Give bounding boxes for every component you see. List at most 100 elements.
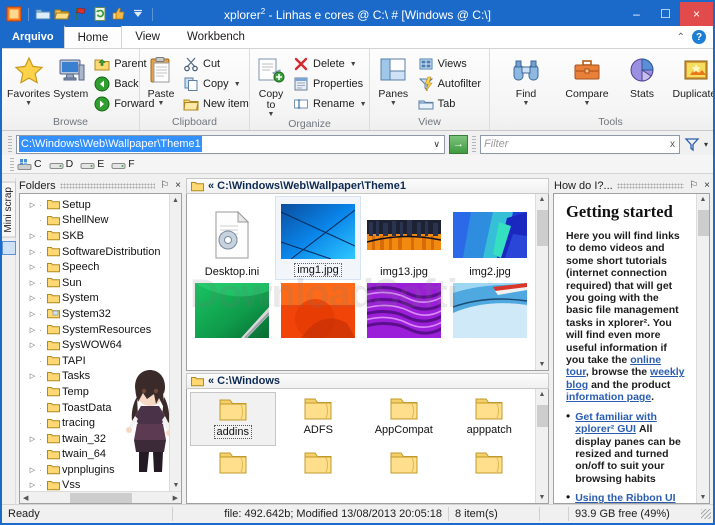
folder-item[interactable]: [190, 446, 276, 500]
go-button[interactable]: →: [448, 134, 468, 154]
find-caret-icon[interactable]: ▼: [523, 100, 530, 107]
rename-caret-icon[interactable]: ▼: [360, 101, 367, 108]
filter-funnel-icon[interactable]: [684, 136, 700, 152]
expander-icon[interactable]: ▷: [28, 279, 37, 287]
collapse-ribbon-icon[interactable]: ⌃: [677, 32, 685, 43]
scroll-up-icon[interactable]: ▲: [539, 391, 546, 398]
expander-icon[interactable]: ▷: [28, 263, 37, 271]
tree-item[interactable]: ▷ · Tasks: [20, 369, 181, 385]
expander-icon[interactable]: ▷: [28, 294, 37, 302]
folder-item[interactable]: [361, 446, 447, 500]
expander-icon[interactable]: ▷: [28, 341, 37, 349]
folder-item[interactable]: AppCompat: [361, 392, 447, 446]
file-pane-top-body[interactable]: Desktop.ini img1.jpg img13.jpg img2.jpg …: [186, 194, 549, 371]
mini-scrap-tab[interactable]: Mini scrap: [2, 182, 16, 238]
tab-workbench[interactable]: Workbench: [174, 26, 259, 48]
drivebar-grip[interactable]: [10, 157, 14, 171]
expander-icon[interactable]: ▷: [28, 372, 37, 380]
file-pane-bottom-scrollbar[interactable]: ▲ ▼: [535, 389, 548, 503]
compare-button[interactable]: Compare ▼: [558, 53, 616, 107]
tree-item[interactable]: · TAPI: [20, 353, 181, 369]
tree-item[interactable]: · Temp: [20, 384, 181, 400]
file-item[interactable]: [447, 280, 533, 356]
paste-caret-icon[interactable]: ▼: [158, 100, 165, 107]
tree-scroll-right-icon[interactable]: ▶: [173, 494, 181, 502]
scroll-thumb[interactable]: [697, 210, 709, 236]
find-button[interactable]: Find ▼: [500, 53, 552, 107]
file-item[interactable]: Desktop.ini: [189, 196, 275, 280]
expander-icon[interactable]: ▷: [28, 481, 37, 489]
quick-access-toolbar[interactable]: [2, 6, 156, 22]
expander-icon[interactable]: ▷: [28, 310, 37, 318]
tree-horizontal-scrollbar[interactable]: ◀ ▶: [20, 491, 181, 503]
tree-scroll-up-icon[interactable]: ▲: [170, 194, 181, 206]
panes-caret-icon[interactable]: ▼: [390, 100, 397, 107]
address-dropdown-icon[interactable]: ∨: [433, 139, 440, 150]
drive-f[interactable]: F: [110, 158, 138, 171]
refresh-icon[interactable]: [92, 6, 108, 22]
maximize-button[interactable]: ☐: [651, 2, 680, 26]
copy-button[interactable]: Copy ▼: [180, 75, 252, 93]
new-folder-icon[interactable]: [35, 6, 51, 22]
compare-caret-icon[interactable]: ▼: [584, 100, 591, 107]
rename-button[interactable]: Rename ▼: [290, 95, 370, 113]
close-help-pane-icon[interactable]: ×: [703, 180, 711, 191]
tree-item[interactable]: ▷ · Speech: [20, 259, 181, 275]
tree-item[interactable]: ▷ · vpnplugins: [20, 462, 181, 478]
file-item[interactable]: img2.jpg: [447, 196, 533, 280]
scroll-up-icon[interactable]: ▲: [539, 196, 546, 203]
minimize-button[interactable]: –: [622, 2, 651, 26]
scroll-down-icon[interactable]: ▼: [539, 361, 546, 368]
stats-button[interactable]: Stats: [622, 53, 662, 100]
scroll-thumb[interactable]: [536, 210, 548, 246]
tree-hscroll-thumb[interactable]: [69, 492, 132, 503]
information-page-link[interactable]: information page: [566, 391, 651, 403]
flag-icon[interactable]: [73, 6, 89, 22]
system-button[interactable]: System: [53, 53, 88, 100]
favorites-button[interactable]: Favorites ▼: [7, 53, 50, 107]
app-logo-icon[interactable]: [6, 6, 22, 22]
folder-item[interactable]: addins: [190, 392, 276, 446]
folder-item[interactable]: [447, 446, 533, 500]
help-content[interactable]: Getting started Here you will find links…: [553, 193, 710, 504]
thumbs-up-icon[interactable]: [111, 6, 127, 22]
tree-item[interactable]: ▷ · twain_32: [20, 431, 181, 447]
filter-grip[interactable]: [471, 135, 476, 153]
expander-icon[interactable]: ▷: [28, 201, 37, 209]
tree-scroll-down-icon[interactable]: ▼: [170, 479, 181, 491]
tree-scroll-left-icon[interactable]: ◀: [20, 494, 28, 502]
paste-button[interactable]: Paste ▼: [145, 53, 177, 107]
tree-item[interactable]: ▷ · SoftwareDistribution: [20, 244, 181, 260]
file-item[interactable]: [275, 280, 361, 356]
expander-icon[interactable]: ▷: [28, 435, 37, 443]
open-folder-icon[interactable]: [54, 6, 71, 22]
expander-icon[interactable]: ▷: [28, 326, 37, 334]
scroll-down-icon[interactable]: ▼: [539, 494, 546, 501]
tree-item[interactable]: ▷ · SysWOW64: [20, 337, 181, 353]
file-pane-top-header[interactable]: « C:\Windows\Web\Wallpaper\Theme1: [186, 178, 549, 194]
delete-button[interactable]: Delete ▼: [290, 55, 370, 73]
ribbon-ui-link[interactable]: Using the Ribbon UI: [575, 492, 675, 503]
tree-item[interactable]: · tracing: [20, 415, 181, 431]
tree-item[interactable]: ▷ · Setup: [20, 197, 181, 213]
address-input[interactable]: C:\Windows\Web\Wallpaper\Theme1 ∨: [16, 134, 445, 154]
tree-item[interactable]: · ToastData: [20, 400, 181, 416]
mini-scrap-icon[interactable]: [2, 240, 16, 255]
help-pin-icon[interactable]: ⚐: [688, 180, 699, 191]
toolbar-grip[interactable]: [8, 135, 12, 153]
tree-item[interactable]: ▷ · SystemResources: [20, 322, 181, 338]
file-item[interactable]: [189, 280, 275, 356]
expander-icon[interactable]: ▷: [28, 466, 37, 474]
folder-item[interactable]: ADFS: [276, 392, 362, 446]
tree-item[interactable]: ▷ · System32: [20, 306, 181, 322]
views-button[interactable]: Views: [415, 55, 484, 73]
drive-d[interactable]: D: [48, 158, 78, 171]
tree-vertical-scrollbar[interactable]: ▲ ▼: [169, 194, 181, 491]
drive-c[interactable]: C: [16, 158, 46, 171]
cut-button[interactable]: Cut: [180, 55, 252, 73]
copy-caret-icon[interactable]: ▼: [234, 81, 241, 88]
tree-item[interactable]: · twain_64: [20, 447, 181, 463]
help-pane-scrollbar[interactable]: ▲ ▼: [696, 194, 709, 503]
tab-view[interactable]: View: [122, 26, 174, 48]
panes-button[interactable]: Panes ▼: [375, 53, 412, 107]
